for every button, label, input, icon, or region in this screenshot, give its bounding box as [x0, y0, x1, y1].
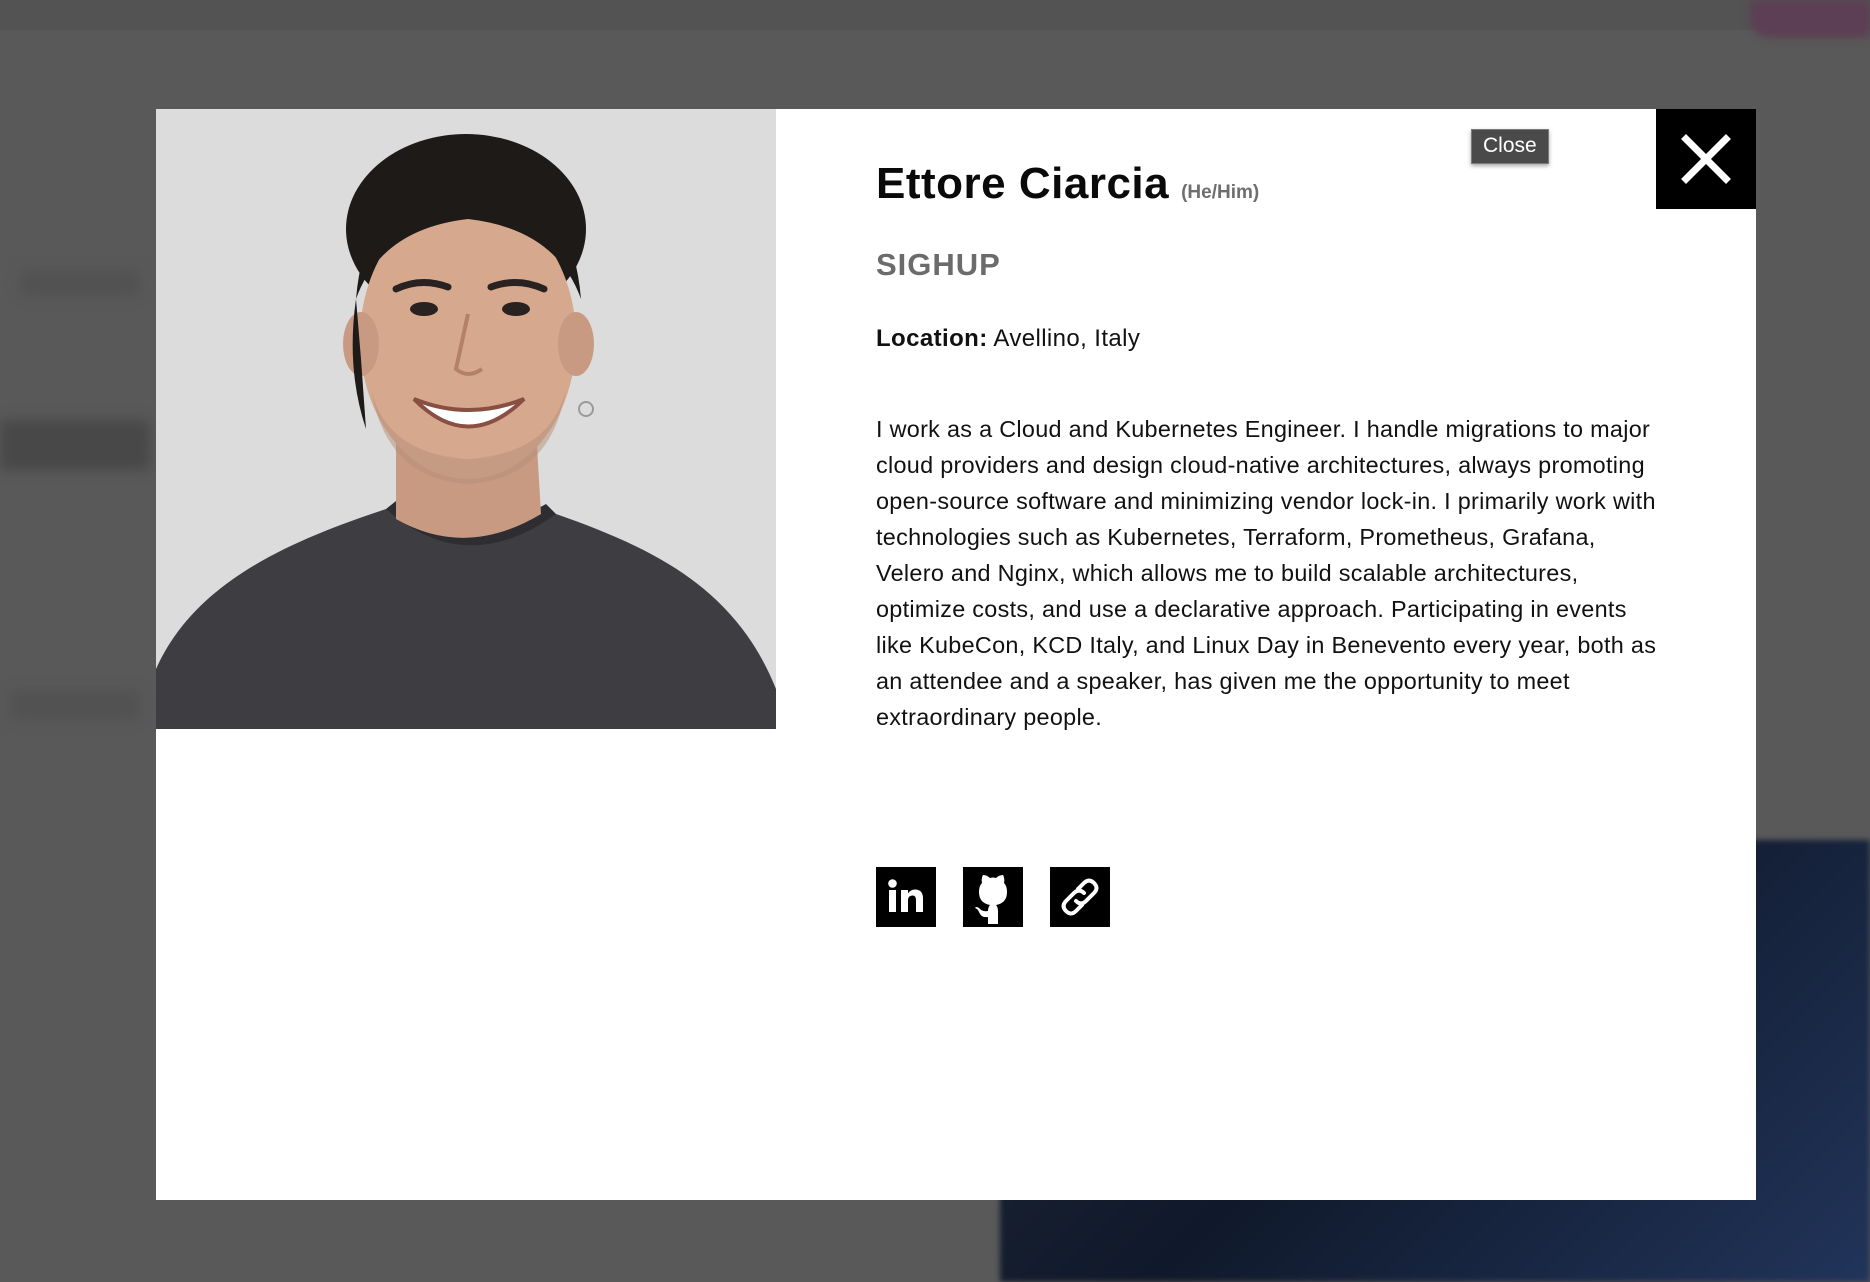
speaker-bio: I work as a Cloud and Kubernetes Enginee…: [876, 416, 1657, 730]
background-text-block: [0, 420, 150, 470]
github-link[interactable]: [963, 867, 1023, 927]
speaker-company: SIGHUP: [876, 247, 1001, 282]
close-x-icon: [1681, 134, 1731, 184]
background-text-block: [10, 690, 140, 720]
speaker-photo: [156, 109, 776, 729]
speaker-name: Ettore Ciarcia: [876, 159, 1170, 208]
speaker-modal: Ettore Ciarcia (He/Him) SIGHUP Location:…: [156, 109, 1756, 1200]
close-tooltip: Close: [1471, 129, 1549, 164]
background-nav-bar: [0, 0, 1870, 30]
location-label: Location:: [876, 325, 988, 352]
link-icon: [1061, 878, 1099, 916]
location-value: Avellino, Italy: [993, 325, 1141, 352]
speaker-location: Location: Avellino, Italy: [876, 325, 1666, 353]
background-text-block: [20, 270, 140, 296]
github-icon: [975, 875, 1007, 924]
speaker-portrait-illustration: [156, 109, 776, 729]
background-accent-button: [1750, 0, 1870, 38]
linkedin-link[interactable]: [876, 867, 936, 927]
speaker-pronouns: (He/Him): [1181, 182, 1260, 203]
linkedin-icon: [888, 879, 923, 912]
speaker-heading: Ettore Ciarcia (He/Him): [876, 159, 1666, 209]
website-link[interactable]: [1050, 867, 1110, 927]
speaker-info: Ettore Ciarcia (He/Him) SIGHUP Location:…: [876, 159, 1666, 735]
social-links: [876, 867, 1110, 927]
close-button[interactable]: [1656, 109, 1756, 209]
